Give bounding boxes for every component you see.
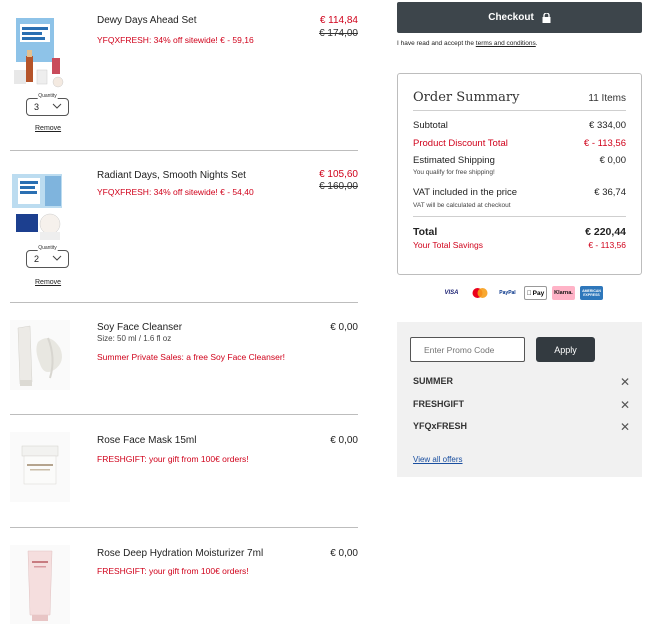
apple-pay-label: Pay — [530, 289, 545, 297]
klarna-icon: Klarna. — [552, 286, 575, 300]
summary-title: Order Summary — [413, 90, 520, 105]
amex-icon: AMERICAN EXPRESS — [580, 286, 603, 300]
sale-price: € 114,84 — [319, 15, 358, 26]
promo-text: Summer Private Sales: a free Soy Face Cl… — [97, 352, 286, 362]
remove-link[interactable]: Remove — [35, 279, 61, 286]
terms-suffix: . — [535, 40, 538, 47]
remove-link[interactable]: Remove — [35, 125, 61, 132]
lock-icon — [542, 12, 551, 23]
product-name[interactable]: Dewy Days Ahead Set — [97, 15, 197, 26]
offer-code-summer: SUMMER — [413, 376, 453, 386]
offers-panel: Apply SUMMER ✕ FRESHGIFT ✕ YFQxFRESH ✕ V… — [397, 322, 642, 477]
checkout-label: Checkout — [488, 12, 534, 23]
discount-label: Product Discount Total — [413, 138, 508, 149]
price: € 0,00 — [330, 435, 358, 446]
order-summary: Order Summary 11 Items Subtotal € 334,00… — [397, 73, 642, 275]
original-price: € 174,00 — [319, 28, 358, 39]
total-label: Total — [413, 226, 438, 238]
product-image[interactable] — [10, 545, 70, 624]
cart-item: Dewy Days Ahead Set YFQXFRESH: 34% off s… — [10, 0, 358, 150]
cart-item: Rose Deep Hydration Moisturizer 7ml FRES… — [10, 528, 358, 624]
quantity-value: 3 — [34, 102, 40, 112]
vat-label: VAT included in the price — [413, 187, 518, 198]
sale-price: € 105,60 — [319, 169, 358, 180]
checkout-button[interactable]: Checkout — [397, 2, 642, 33]
total-value: € 220,44 — [585, 226, 626, 238]
cart-item: Rose Face Mask 15ml FRESHGIFT: your gift… — [10, 415, 358, 527]
promo-text: YFQXFRESH: 34% off sitewide! € - 54,40 — [97, 187, 254, 197]
quantity-value: 2 — [34, 254, 40, 264]
shipping-label: Estimated Shipping — [413, 155, 495, 166]
product-image[interactable] — [10, 320, 70, 390]
discount-value: € - 113,56 — [583, 138, 626, 149]
cart-item: Radiant Days, Smooth Nights Set YFQXFRES… — [10, 151, 358, 302]
quantity-label: Quantity — [37, 93, 58, 99]
product-image[interactable] — [10, 12, 70, 92]
price: € 0,00 — [330, 548, 358, 559]
close-icon[interactable]: ✕ — [620, 399, 630, 411]
view-all-offers-link[interactable]: View all offers — [413, 455, 463, 464]
offer-code-freshgift: FRESHGIFT — [413, 399, 464, 409]
summary-divider — [413, 216, 626, 217]
product-name[interactable]: Rose Face Mask 15ml — [97, 435, 196, 446]
promo-text: FRESHGIFT: your gift from 100€ orders! — [97, 566, 249, 576]
product-image[interactable] — [10, 166, 70, 246]
terms-prefix: I have read and accept the — [397, 40, 476, 47]
savings-label: Your Total Savings — [413, 240, 483, 250]
close-icon[interactable]: ✕ — [620, 421, 630, 433]
visa-icon: VISA — [444, 290, 459, 296]
apply-button[interactable]: Apply — [536, 337, 595, 362]
chevron-down-icon — [52, 103, 62, 109]
quantity-select[interactable]: Quantity 2 — [26, 245, 69, 268]
promo-code-input[interactable] — [410, 337, 525, 362]
chevron-down-icon — [52, 255, 62, 261]
product-name[interactable]: Soy Face Cleanser — [97, 322, 182, 333]
quantity-select[interactable]: Quantity 3 — [26, 93, 69, 116]
offer-code-yfqxfresh: YFQxFRESH — [413, 421, 468, 431]
subtotal-label: Subtotal — [413, 120, 448, 131]
cart-item: Soy Face Cleanser Size: 50 ml / 1.6 fl o… — [10, 303, 358, 414]
original-price: € 160,00 — [319, 181, 358, 192]
terms-text: I have read and accept the terms and con… — [397, 40, 538, 47]
promo-text: YFQXFRESH: 34% off sitewide! € - 59,16 — [97, 35, 254, 45]
mastercard-icon — [468, 286, 491, 300]
paypal-icon: PayPal — [499, 290, 516, 296]
item-count: 11 Items — [588, 93, 626, 104]
product-name[interactable]: Rose Deep Hydration Moisturizer 7ml — [97, 548, 263, 559]
payment-methods: VISA PayPal Pay Klarna. AMERICAN EXPRES… — [440, 286, 603, 300]
vat-value: € 36,74 — [594, 187, 626, 198]
promo-text: FRESHGIFT: your gift from 100€ orders! — [97, 454, 249, 464]
product-size: Size: 50 ml / 1.6 fl oz — [97, 334, 172, 343]
product-name[interactable]: Radiant Days, Smooth Nights Set — [97, 170, 246, 181]
subtotal-value: € 334,00 — [589, 120, 626, 131]
price: € 0,00 — [330, 322, 358, 333]
shipping-value: € 0,00 — [599, 155, 626, 166]
summary-divider — [413, 110, 626, 111]
savings-value: € - 113,56 — [588, 240, 626, 250]
apple-pay-icon: Pay — [524, 286, 547, 300]
close-icon[interactable]: ✕ — [620, 376, 630, 388]
shipping-note: You qualify for free shipping! — [413, 169, 495, 176]
product-image[interactable] — [10, 432, 70, 502]
vat-note: VAT will be calculated at checkout — [413, 202, 511, 209]
quantity-label: Quantity — [37, 245, 58, 251]
terms-link[interactable]: terms and conditions — [476, 40, 536, 47]
